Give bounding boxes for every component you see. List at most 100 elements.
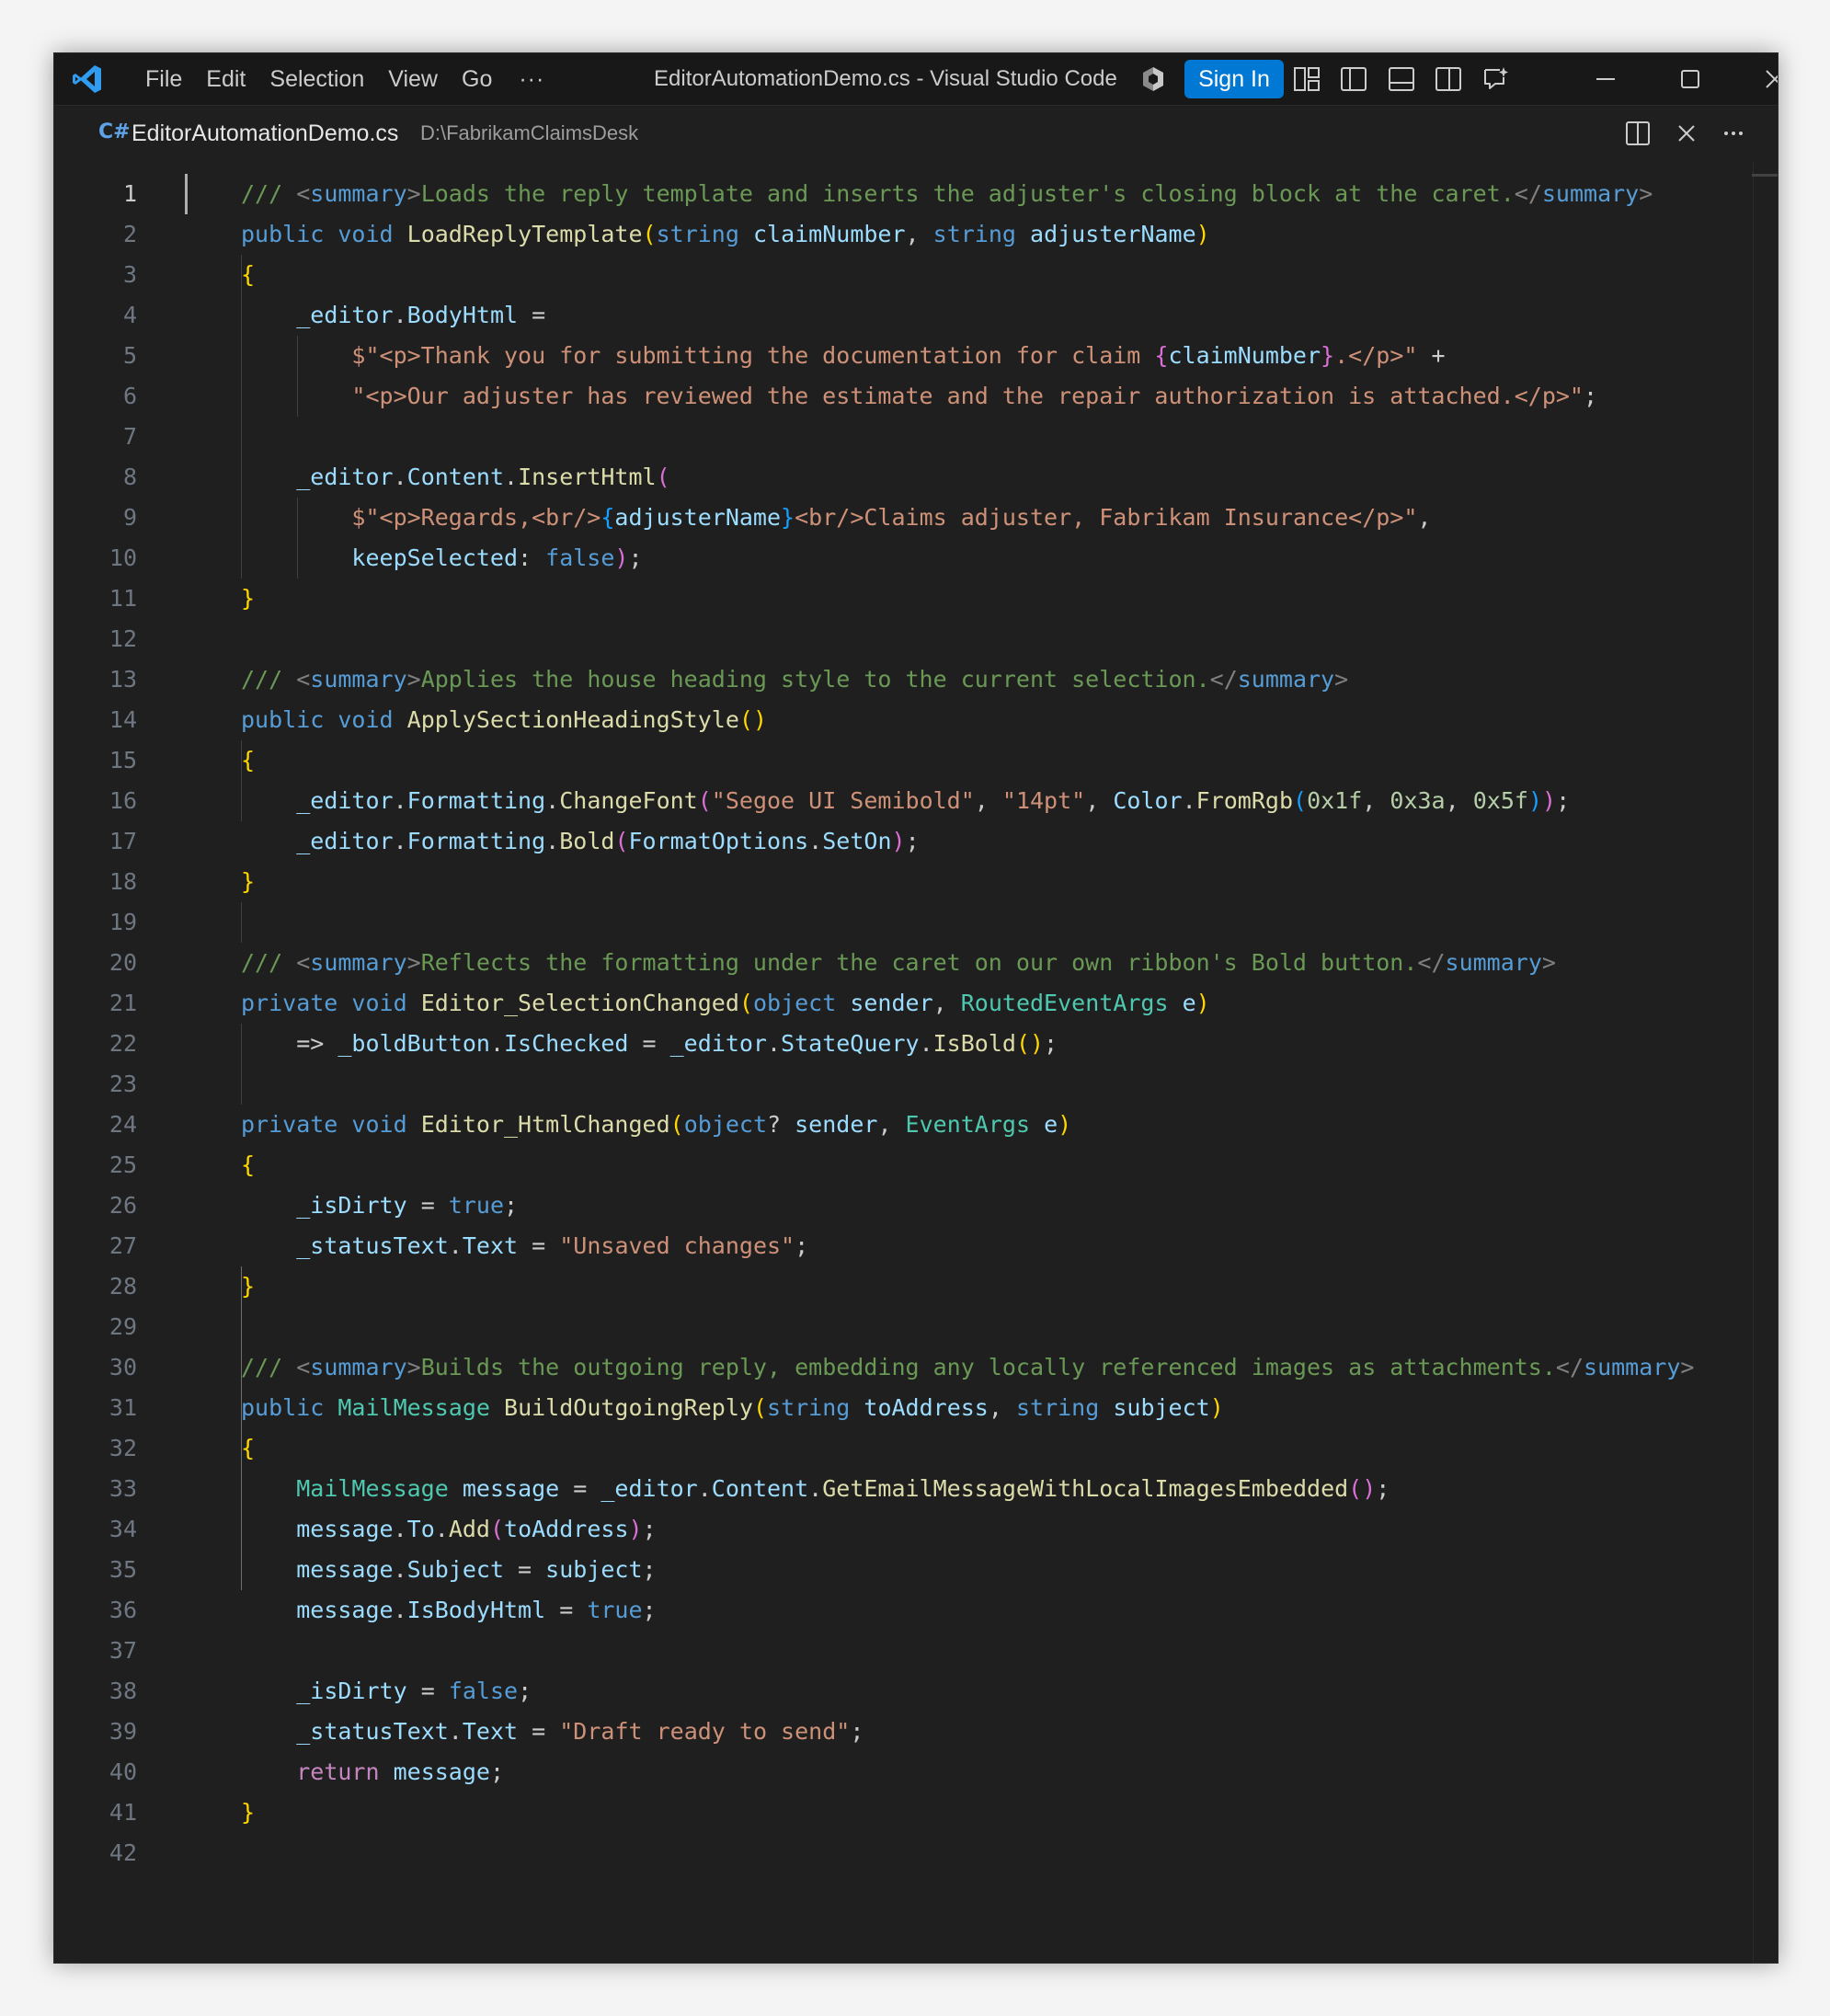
code-line[interactable]	[241, 1833, 1694, 1873]
code-line[interactable]: _editor.Formatting.Bold(FormatOptions.Se…	[241, 821, 1694, 862]
line-number[interactable]: 36	[54, 1590, 137, 1631]
line-number[interactable]: 32	[54, 1428, 137, 1469]
code-line[interactable]: $"<p>Thank you for submitting the docume…	[241, 336, 1694, 376]
code-line[interactable]: }	[241, 862, 1694, 902]
toggle-panel-icon[interactable]	[1387, 64, 1416, 94]
code-line[interactable]	[241, 1064, 1694, 1105]
customize-layout-icon[interactable]	[1292, 64, 1321, 94]
line-number[interactable]: 13	[54, 659, 137, 700]
code-line[interactable]: _isDirty = true;	[241, 1186, 1694, 1226]
code-line[interactable]: /// <summary>Loads the reply template an…	[241, 174, 1694, 214]
menu-edit[interactable]: Edit	[194, 53, 257, 105]
code-line[interactable]: _editor.Content.InsertHtml(	[241, 457, 1694, 498]
code-line[interactable]: }	[241, 1793, 1694, 1833]
line-number[interactable]: 39	[54, 1712, 137, 1752]
code-line[interactable]: public void ApplySectionHeadingStyle()	[241, 700, 1694, 740]
code-line[interactable]	[241, 619, 1694, 659]
line-number[interactable]: 26	[54, 1186, 137, 1226]
code-line[interactable]: "<p>Our adjuster has reviewed the estima…	[241, 376, 1694, 417]
code-line[interactable]: {	[241, 1145, 1694, 1186]
line-number[interactable]: 41	[54, 1793, 137, 1833]
vertical-scrollbar[interactable]	[1753, 161, 1754, 1963]
code-line[interactable]: _statusText.Text = "Unsaved changes";	[241, 1226, 1694, 1266]
line-number[interactable]: 28	[54, 1266, 137, 1307]
code-line[interactable]: _editor.Formatting.ChangeFont("Segoe UI …	[241, 781, 1694, 821]
line-number[interactable]: 17	[54, 821, 137, 862]
line-number[interactable]: 14	[54, 700, 137, 740]
line-number[interactable]: 6	[54, 376, 137, 417]
code-line[interactable]: }	[241, 1266, 1694, 1307]
line-number[interactable]: 4	[54, 295, 137, 336]
close-window-button[interactable]	[1733, 53, 1778, 105]
menu-go[interactable]: Go	[450, 53, 504, 105]
code-editor[interactable]: 1 2 3 4 5 6 7 8 9 10 11 12 13 14 15 16 17 18 19 20 21 22 23 24 2…	[54, 161, 1778, 1963]
line-number[interactable]: 5	[54, 336, 137, 376]
code-line[interactable]: {	[241, 740, 1694, 781]
line-number[interactable]: 33	[54, 1469, 137, 1509]
sign-in-button[interactable]: Sign In	[1184, 60, 1284, 98]
line-number[interactable]: 35	[54, 1550, 137, 1590]
menu-more-button[interactable]: ···	[504, 55, 559, 103]
line-number[interactable]: 25	[54, 1145, 137, 1186]
line-number[interactable]: 22	[54, 1024, 137, 1064]
code-line[interactable]: message.To.Add(toAddress);	[241, 1509, 1694, 1550]
toggle-primary-sidebar-icon[interactable]	[1339, 64, 1368, 94]
code-line[interactable]: $"<p>Regards,<br/>{adjusterName}<br/>Cla…	[241, 498, 1694, 538]
line-number[interactable]: 1	[54, 174, 137, 214]
copilot-icon[interactable]	[1139, 65, 1167, 93]
code-content[interactable]: /// <summary>Loads the reply template an…	[241, 174, 1694, 1873]
code-line[interactable]: }	[241, 578, 1694, 619]
line-number[interactable]: 42	[54, 1833, 137, 1873]
toggle-secondary-sidebar-icon[interactable]	[1434, 64, 1463, 94]
code-line[interactable]: _isDirty = false;	[241, 1671, 1694, 1712]
line-number[interactable]: 34	[54, 1509, 137, 1550]
tab-filename[interactable]: EditorAutomationDemo.cs	[132, 106, 398, 161]
more-actions-icon[interactable]	[1719, 119, 1748, 148]
code-line[interactable]: private void Editor_SelectionChanged(obj…	[241, 983, 1694, 1024]
line-number[interactable]: 2	[54, 214, 137, 255]
line-number[interactable]: 23	[54, 1064, 137, 1105]
line-number[interactable]: 20	[54, 943, 137, 983]
line-number[interactable]: 30	[54, 1347, 137, 1388]
line-number[interactable]: 10	[54, 538, 137, 578]
line-number[interactable]: 15	[54, 740, 137, 781]
line-number[interactable]: 9	[54, 498, 137, 538]
line-number[interactable]: 24	[54, 1105, 137, 1145]
code-line[interactable]: public void LoadReplyTemplate(string cla…	[241, 214, 1694, 255]
code-line[interactable]: /// <summary>Builds the outgoing reply, …	[241, 1347, 1694, 1388]
code-line[interactable]: public MailMessage BuildOutgoingReply(st…	[241, 1388, 1694, 1428]
code-line[interactable]: MailMessage message = _editor.Content.Ge…	[241, 1469, 1694, 1509]
close-tab-icon[interactable]	[1672, 119, 1701, 148]
line-number[interactable]: 18	[54, 862, 137, 902]
line-number[interactable]: 11	[54, 578, 137, 619]
line-number[interactable]: 38	[54, 1671, 137, 1712]
line-number[interactable]: 37	[54, 1631, 137, 1671]
line-number[interactable]: 31	[54, 1388, 137, 1428]
line-number[interactable]: 12	[54, 619, 137, 659]
code-line[interactable]: _editor.BodyHtml =	[241, 295, 1694, 336]
line-number[interactable]: 27	[54, 1226, 137, 1266]
code-line[interactable]: /// <summary>Applies the house heading s…	[241, 659, 1694, 700]
line-number[interactable]: 21	[54, 983, 137, 1024]
menu-selection[interactable]: Selection	[257, 53, 376, 105]
line-number[interactable]: 19	[54, 902, 137, 943]
code-line[interactable]	[241, 902, 1694, 943]
code-line[interactable]	[241, 1631, 1694, 1671]
line-number[interactable]: 7	[54, 417, 137, 457]
code-line[interactable]	[241, 1307, 1694, 1347]
line-number[interactable]: 16	[54, 781, 137, 821]
code-line[interactable]: /// <summary>Reflects the formatting und…	[241, 943, 1694, 983]
line-number[interactable]: 40	[54, 1752, 137, 1793]
menu-view[interactable]: View	[376, 53, 450, 105]
code-line[interactable]: return message;	[241, 1752, 1694, 1793]
code-line[interactable]: message.IsBodyHtml = true;	[241, 1590, 1694, 1631]
code-line[interactable]: keepSelected: false);	[241, 538, 1694, 578]
line-number[interactable]: 8	[54, 457, 137, 498]
code-line[interactable]: => _boldButton.IsChecked = _editor.State…	[241, 1024, 1694, 1064]
code-line[interactable]: {	[241, 255, 1694, 295]
line-number[interactable]: 29	[54, 1307, 137, 1347]
line-number[interactable]: 3	[54, 255, 137, 295]
minimize-button[interactable]	[1564, 53, 1647, 105]
code-line[interactable]	[241, 417, 1694, 457]
menu-file[interactable]: File	[133, 53, 194, 105]
